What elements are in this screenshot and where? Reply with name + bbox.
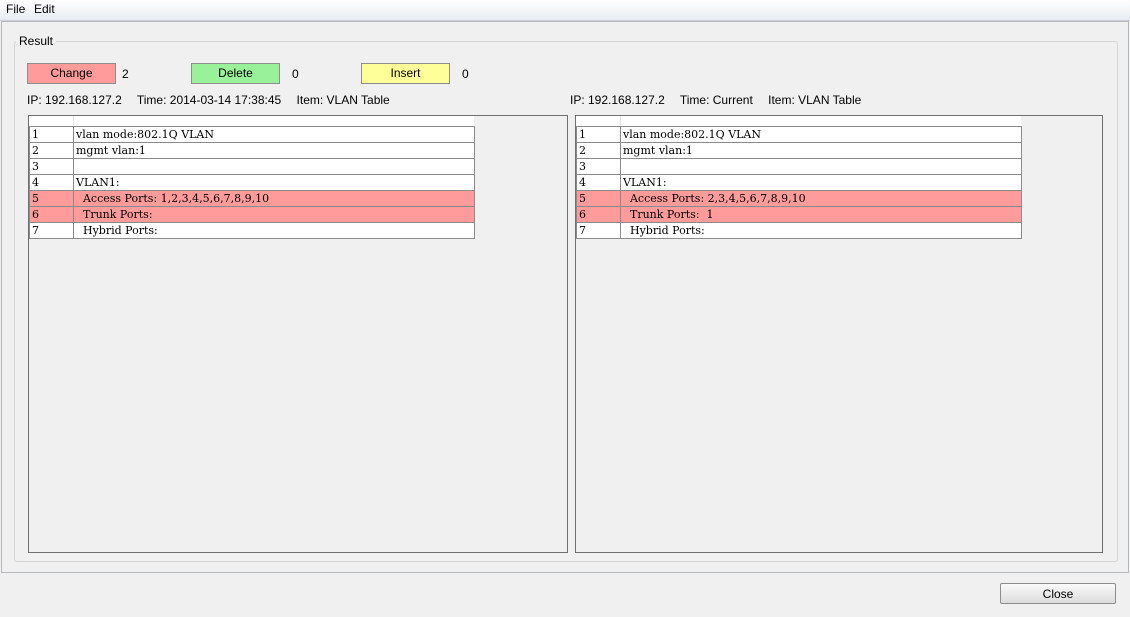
close-button[interactable]: Close	[1000, 583, 1116, 604]
table-row[interactable]: 6 Trunk Ports:	[29, 206, 475, 223]
left-time: Time: 2014-03-14 17:38:45	[136, 93, 282, 107]
left-diff-table: 1 vlan mode:802.1Q VLAN 2 mgmt vlan:1 3 4 VLAN…	[29, 126, 475, 239]
result-group-title: Result	[16, 34, 57, 48]
line-number: 7	[576, 222, 621, 239]
line-text: Trunk Ports: 1	[620, 206, 1022, 223]
menu-edit[interactable]: Edit	[34, 2, 55, 16]
line-text: Hybrid Ports:	[620, 222, 1022, 239]
legend-insert-swatch: Insert	[361, 63, 450, 84]
delete-count: 0	[292, 67, 299, 81]
table-row[interactable]: 2 mgmt vlan:1	[29, 142, 475, 159]
line-number: 6	[576, 206, 621, 223]
table-row[interactable]: 2 mgmt vlan:1	[576, 142, 1022, 159]
line-number: 5	[576, 190, 621, 207]
line-number: 7	[29, 222, 74, 239]
table-row[interactable]: 1 vlan mode:802.1Q VLAN	[29, 126, 475, 143]
left-diff-pane[interactable]: 1 vlan mode:802.1Q VLAN 2 mgmt vlan:1 3 4 VLAN…	[28, 115, 568, 553]
line-number: 6	[29, 206, 74, 223]
line-text	[620, 158, 1022, 175]
legend-change-swatch: Change	[27, 63, 116, 84]
table-row[interactable]: 3	[29, 158, 475, 175]
table-row[interactable]: 6 Trunk Ports: 1	[576, 206, 1022, 223]
left-ip: IP: 192.168.127.2	[27, 93, 122, 107]
line-text: VLAN1:	[73, 174, 475, 191]
line-text: mgmt vlan:1	[73, 142, 475, 159]
left-item: Item: VLAN Table	[296, 93, 390, 107]
line-number: 1	[576, 126, 621, 143]
menu-file[interactable]: File	[6, 2, 25, 16]
line-number: 3	[29, 158, 74, 175]
left-info-line: IP: 192.168.127.2 Time: 2014-03-14 17:38…	[27, 93, 402, 107]
line-number: 1	[29, 126, 74, 143]
line-number: 2	[576, 142, 621, 159]
line-number: 3	[576, 158, 621, 175]
menu-bar: File Edit	[0, 0, 1130, 21]
table-row[interactable]: 7 Hybrid Ports:	[576, 222, 1022, 239]
line-text: vlan mode:802.1Q VLAN	[620, 126, 1022, 143]
legend-delete-swatch: Delete	[191, 63, 280, 84]
insert-count: 0	[462, 67, 469, 81]
table-row[interactable]: 5 Access Ports: 1,2,3,4,5,6,7,8,9,10	[29, 190, 475, 207]
line-text: mgmt vlan:1	[620, 142, 1022, 159]
content-frame: Result Change 2 Delete 0 Insert 0 IP: 19…	[1, 21, 1129, 573]
line-number: 4	[29, 174, 74, 191]
right-ip: IP: 192.168.127.2	[570, 93, 665, 107]
right-time: Time: Current	[679, 93, 753, 107]
change-count: 2	[122, 67, 129, 81]
line-number: 2	[29, 142, 74, 159]
right-diff-pane[interactable]: 1 vlan mode:802.1Q VLAN 2 mgmt vlan:1 3 4 VLAN…	[575, 115, 1103, 553]
right-diff-table: 1 vlan mode:802.1Q VLAN 2 mgmt vlan:1 3 4 VLAN…	[576, 126, 1022, 239]
table-row[interactable]: 4 VLAN1:	[576, 174, 1022, 191]
line-text: Access Ports: 2,3,4,5,6,7,8,9,10	[620, 190, 1022, 207]
table-row[interactable]: 7 Hybrid Ports:	[29, 222, 475, 239]
table-row[interactable]: 3	[576, 158, 1022, 175]
right-info-line: IP: 192.168.127.2 Time: Current Item: VL…	[570, 93, 873, 107]
right-item: Item: VLAN Table	[768, 93, 862, 107]
line-number: 4	[576, 174, 621, 191]
table-row[interactable]: 1 vlan mode:802.1Q VLAN	[576, 126, 1022, 143]
line-number: 5	[29, 190, 74, 207]
line-text: Trunk Ports:	[73, 206, 475, 223]
line-text: Hybrid Ports:	[73, 222, 475, 239]
line-text: vlan mode:802.1Q VLAN	[73, 126, 475, 143]
table-row[interactable]: 5 Access Ports: 2,3,4,5,6,7,8,9,10	[576, 190, 1022, 207]
bottom-panel: Close	[0, 573, 1130, 617]
line-text	[73, 158, 475, 175]
line-text: VLAN1:	[620, 174, 1022, 191]
table-row[interactable]: 4 VLAN1:	[29, 174, 475, 191]
line-text: Access Ports: 1,2,3,4,5,6,7,8,9,10	[73, 190, 475, 207]
